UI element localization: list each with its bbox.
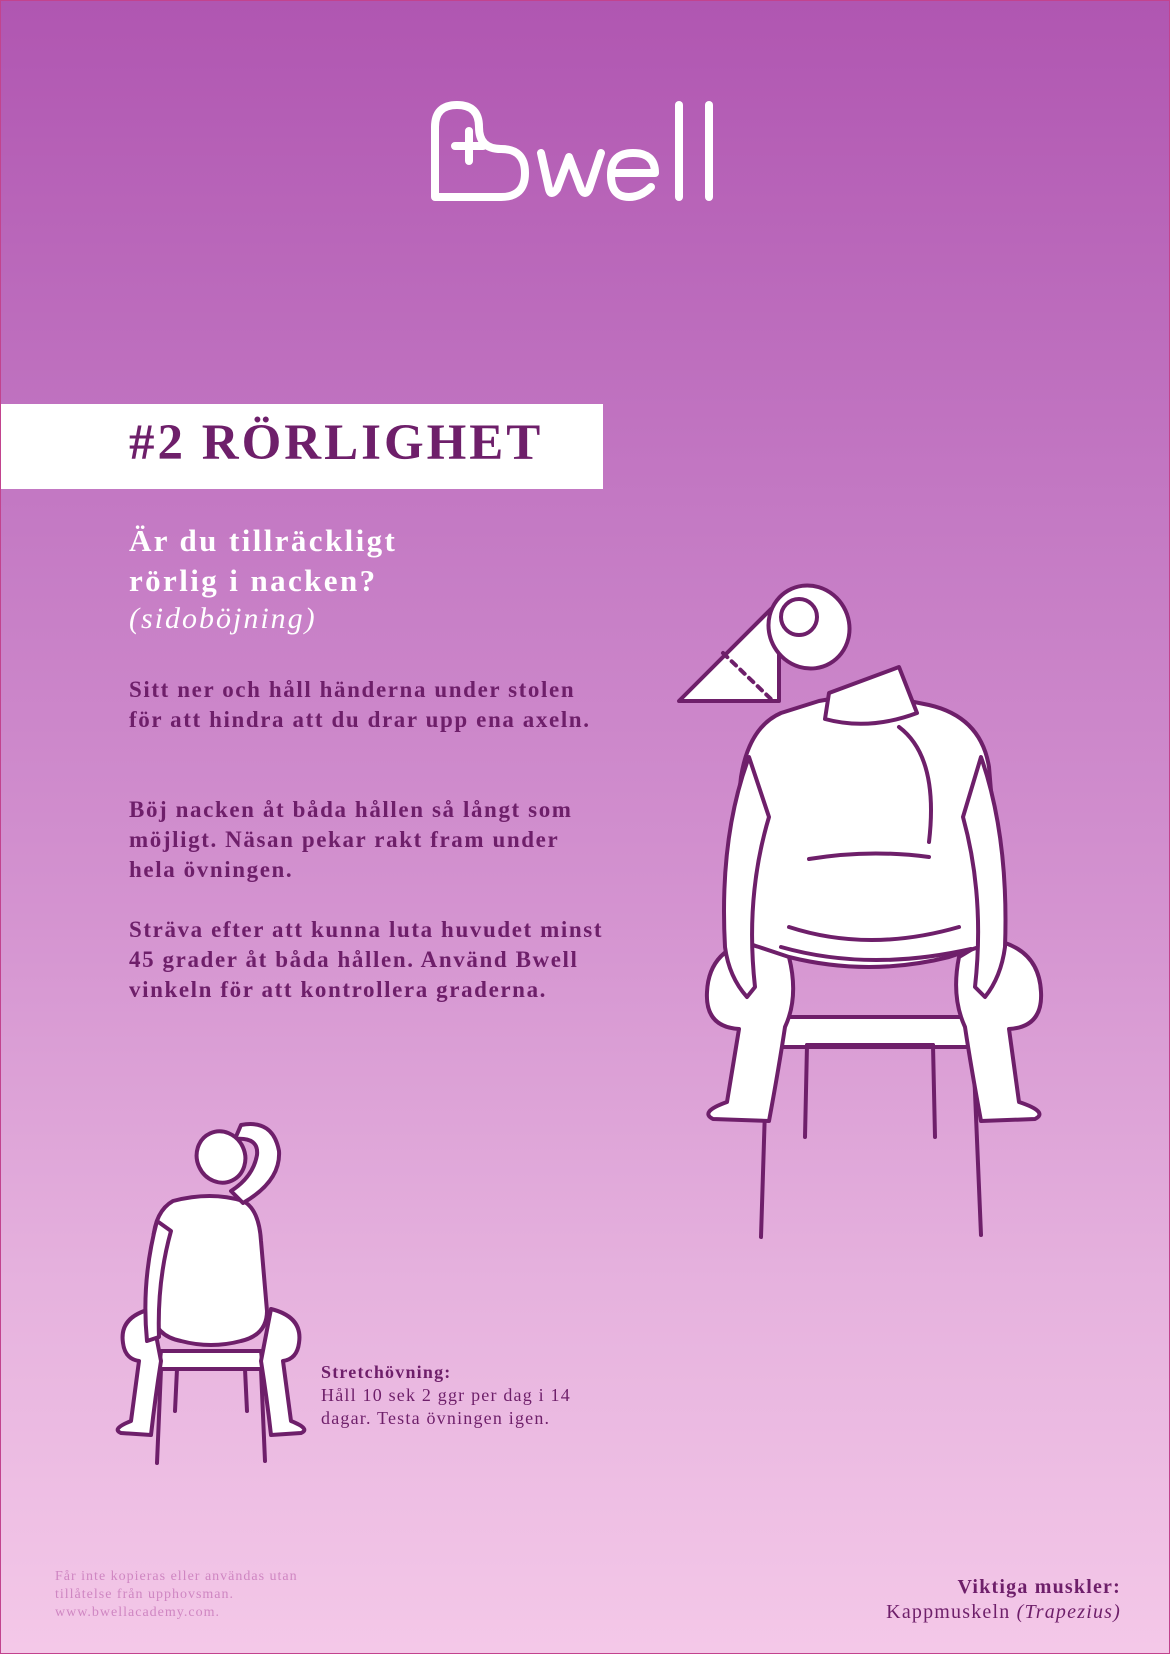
poster-page: #2 RÖRLIGHET Är du tillräckligt rörlig i… xyxy=(0,0,1170,1654)
question-line-1: Är du tillräckligt xyxy=(129,523,398,558)
instruction-paragraph-1: Sitt ner och håll händerna under stolen … xyxy=(129,677,591,732)
page-title: #2 RÖRLIGHET xyxy=(129,415,544,471)
instruction-paragraph-2: Böj nacken åt båda hållen så långt som m… xyxy=(129,797,573,882)
stretch-instructions: Stretchövning: Håll 10 sek 2 ggr per dag… xyxy=(321,1361,601,1430)
instruction-paragraph-3: Sträva efter att kunna luta huvudet mins… xyxy=(129,917,604,1002)
intro-subtitle: (sidoböjning) xyxy=(129,602,317,635)
muscle-latin: (Trapezius) xyxy=(1016,1601,1121,1623)
bwell-logo-icon xyxy=(431,101,713,201)
stretch-heading: Stretchövning: xyxy=(321,1362,452,1382)
intro-question: Är du tillräckligt rörlig i nacken? xyxy=(129,521,609,601)
seated-person-back-illustration xyxy=(704,583,1044,1239)
copyright-notice: Får inte kopieras eller användas utan ti… xyxy=(55,1569,298,1620)
muscles-info: Viktiga muskler: Kappmuskeln (Trapezius) xyxy=(761,1575,1121,1625)
stretch-text: Håll 10 sek 2 ggr per dag i 14 dagar. Te… xyxy=(321,1385,571,1428)
muscles-heading: Viktiga muskler: xyxy=(957,1576,1121,1598)
question-line-2: rörlig i nacken? xyxy=(129,563,378,598)
seated-stretch-illustration xyxy=(115,1122,307,1465)
muscle-name: Kappmuskeln xyxy=(886,1601,1011,1623)
